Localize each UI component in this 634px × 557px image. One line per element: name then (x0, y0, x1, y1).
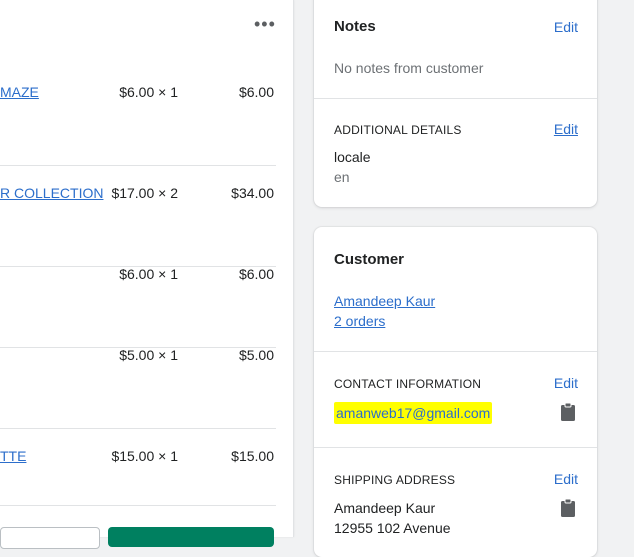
additional-details-title: ADDITIONAL DETAILS (334, 123, 462, 137)
line-item-total: $6.00 (238, 266, 274, 282)
line-item-row: MAZE $6.00 × 1 $6.00 (0, 84, 276, 166)
line-item-row: $5.00 × 1 $5.00 (0, 347, 276, 429)
line-item-price-qty: $6.00 × 1 (119, 84, 178, 100)
line-item-row: R COLLECTION $17.00 × 2 $34.00 (0, 185, 276, 267)
customer-title: Customer (334, 251, 405, 268)
line-item-price-qty: $17.00 × 2 (111, 185, 178, 201)
line-item-price-qty: $6.00 × 1 (119, 266, 178, 282)
shipping-address-title: SHIPPING ADDRESS (334, 473, 456, 487)
notes-edit-link[interactable]: Edit (554, 19, 578, 35)
primary-action-button[interactable] (108, 527, 274, 547)
line-item-row: $6.00 × 1 $6.00 (0, 266, 276, 348)
clipboard-icon[interactable] (561, 499, 575, 517)
customer-card: Customer Amandeep Kaur 2 orders CONTACT … (314, 227, 597, 557)
customer-orders-link[interactable]: 2 orders (334, 313, 385, 329)
line-item-total: $34.00 (231, 185, 274, 201)
secondary-action-button[interactable] (0, 527, 100, 549)
notes-card: Notes Edit No notes from customer ADDITI… (314, 0, 597, 207)
customer-name-link[interactable]: Amandeep Kaur (334, 293, 435, 309)
line-item-total: $15.00 (231, 448, 274, 464)
notes-empty-text: No notes from customer (334, 60, 484, 76)
divider (314, 351, 597, 352)
additional-details-edit-link[interactable]: Edit (554, 121, 578, 137)
line-item-total: $6.00 (238, 84, 274, 100)
detail-key: locale (334, 149, 371, 165)
line-item-price-qty: $5.00 × 1 (119, 347, 178, 363)
line-item-name-link[interactable]: R COLLECTION (0, 185, 103, 201)
divider (314, 98, 597, 99)
notes-title: Notes (334, 18, 376, 35)
customer-email[interactable]: amanweb17@gmail.com (334, 402, 493, 424)
clipboard-icon[interactable] (561, 403, 575, 421)
line-item-price-qty: $15.00 × 1 (111, 448, 178, 464)
contact-edit-link[interactable]: Edit (554, 375, 578, 391)
shipping-edit-link[interactable]: Edit (554, 471, 578, 487)
shipping-name: Amandeep Kaur (334, 500, 436, 516)
customer-email-text[interactable]: amanweb17@gmail.com (334, 402, 493, 424)
contact-information-title: CONTACT INFORMATION (334, 377, 482, 391)
shipping-address-line1: 12955 102 Avenue (334, 520, 451, 536)
more-actions-icon[interactable]: ••• (254, 14, 276, 35)
line-item-row: TTE $15.00 × 1 $15.00 (0, 448, 276, 506)
detail-value: en (334, 169, 350, 185)
order-items-card: ••• MAZE $6.00 × 1 $6.00 R COLLECTION $1… (0, 0, 294, 549)
line-item-name-link[interactable]: MAZE (0, 84, 39, 100)
divider (314, 447, 597, 448)
line-item-total: $5.00 (238, 347, 274, 363)
line-item-name-link[interactable]: TTE (0, 448, 26, 464)
